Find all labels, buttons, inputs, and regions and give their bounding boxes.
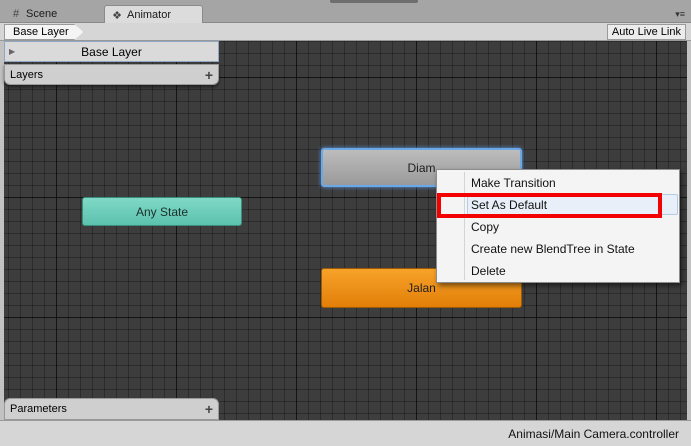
animator-toolbar: Base Layer Auto Live Link [0, 23, 691, 41]
state-any-state[interactable]: Any State [82, 197, 242, 226]
tab-strip: # Scene ❖ Animator ▾≡ [0, 0, 691, 24]
layers-panel[interactable]: Layers + [4, 64, 219, 85]
annotation-highlight-box [437, 193, 662, 218]
base-layer-panel[interactable]: ▶ Base Layer [4, 41, 219, 62]
tab-scene[interactable]: # Scene [4, 5, 94, 23]
animator-icon: ❖ [112, 9, 122, 22]
breadcrumb-base-layer[interactable]: Base Layer [4, 24, 84, 40]
state-any-state-label: Any State [135, 204, 189, 219]
window-handle [330, 0, 418, 3]
layers-label: Layers [10, 68, 44, 81]
status-bar: Animasi/Main Camera.controller [0, 420, 691, 446]
tab-animator-label: Animator [127, 9, 172, 21]
base-layer-label: Base Layer [81, 44, 142, 59]
tab-menu-icon[interactable]: ▾≡ [675, 9, 685, 20]
parameters-panel[interactable]: Parameters + [4, 398, 219, 420]
menu-item-make-transition[interactable]: Make Transition [471, 173, 556, 193]
menu-item-delete[interactable]: Delete [471, 261, 506, 281]
controller-path: Animasi/Main Camera.controller [508, 427, 679, 441]
menu-item-copy[interactable]: Copy [471, 217, 499, 237]
add-layer-icon[interactable]: + [205, 68, 213, 82]
tab-animator[interactable]: ❖ Animator [104, 5, 203, 24]
state-jalan-label: Jalan [407, 281, 436, 295]
add-parameter-icon[interactable]: + [205, 402, 213, 416]
state-diam-label: Diam [407, 160, 436, 175]
menu-icon-gutter [464, 172, 465, 280]
tab-scene-label: Scene [26, 8, 58, 20]
auto-live-link-button[interactable]: Auto Live Link [606, 24, 686, 40]
grid-icon: # [12, 8, 20, 20]
state-context-menu: Make Transition Set As Default Copy Crea… [436, 169, 680, 283]
menu-item-create-blendtree[interactable]: Create new BlendTree in State [471, 239, 635, 259]
expand-triangle-icon[interactable]: ▶ [9, 47, 21, 56]
parameters-label: Parameters [10, 403, 67, 415]
